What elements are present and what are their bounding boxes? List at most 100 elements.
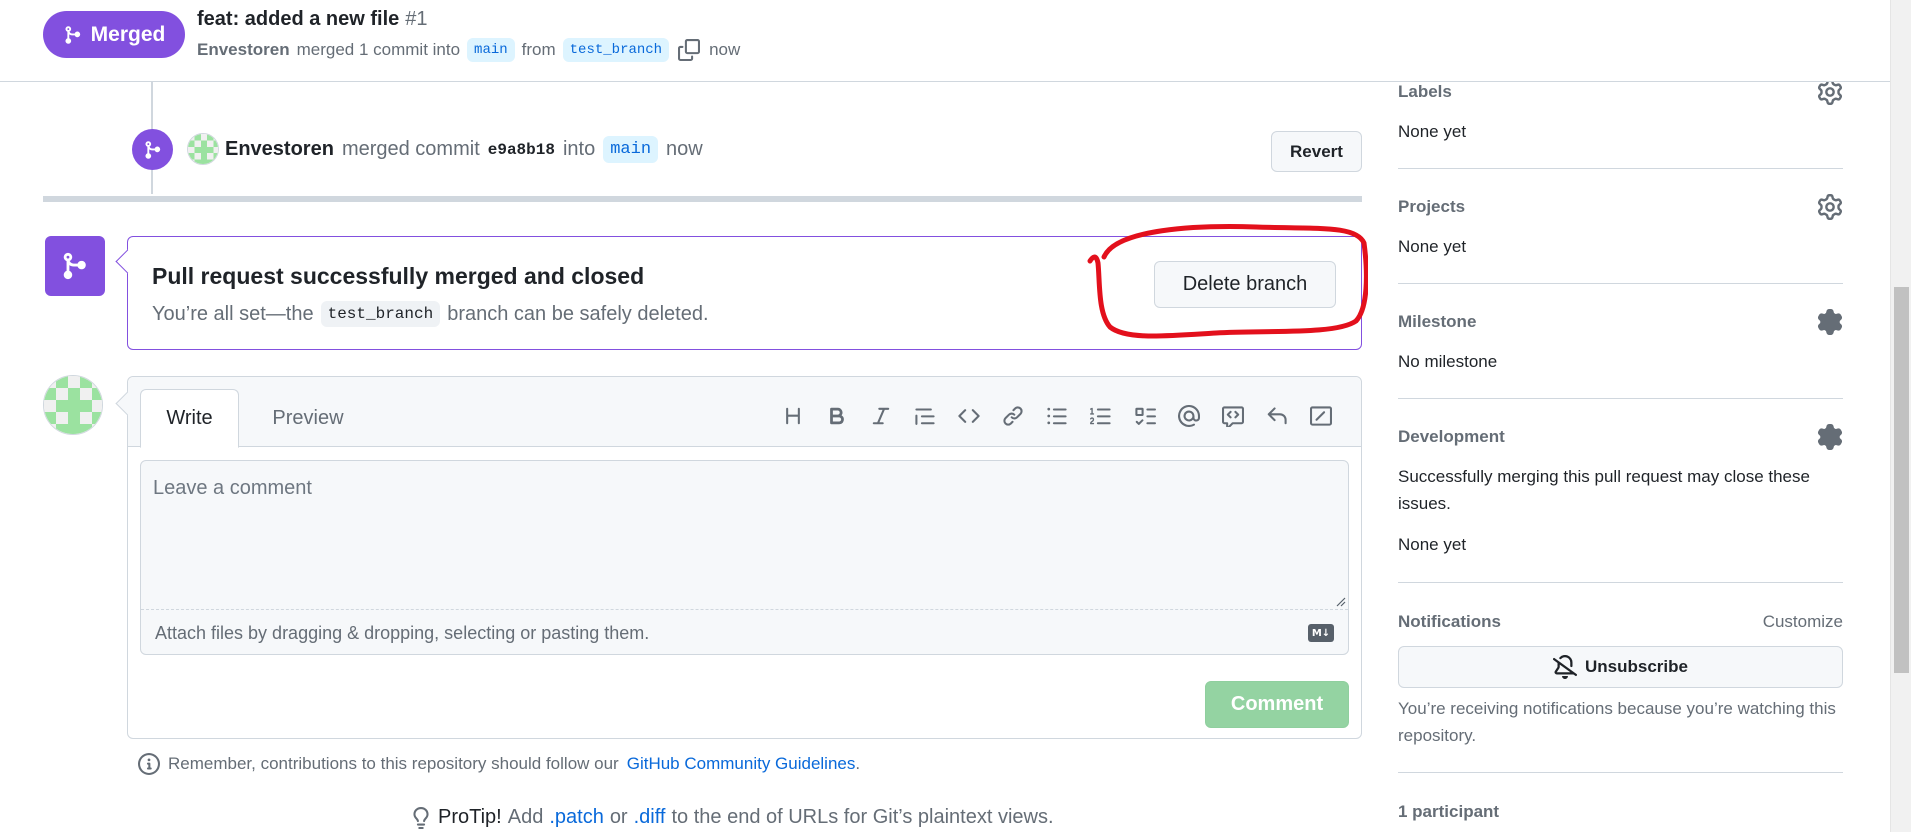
pr-author-link[interactable]: Envestoren <box>197 40 290 60</box>
milestone-heading[interactable]: Milestone <box>1398 312 1476 332</box>
identicon-avatar <box>44 376 102 434</box>
page-scrollbar[interactable] <box>1890 0 1911 832</box>
composer-tabbar: Write Preview <box>128 377 1361 448</box>
gear-icon[interactable] <box>1817 194 1843 220</box>
event-time[interactable]: now <box>666 138 703 161</box>
sidebar-labels: Labels None yet <box>1398 72 1843 169</box>
notification-reason: You’re receiving notifications because y… <box>1398 699 1836 745</box>
event-author-link[interactable]: Envestoren <box>225 138 334 161</box>
protip-note: ProTip! Add .patch or .diff to the end o… <box>410 806 1054 829</box>
projects-heading[interactable]: Projects <box>1398 197 1465 217</box>
link-icon[interactable] <box>998 401 1028 431</box>
unsubscribe-button[interactable]: Unsubscribe <box>1398 646 1843 688</box>
git-merge-icon <box>63 252 86 280</box>
deletable-branch-tag: test_branch <box>320 301 441 327</box>
resize-grip-icon[interactable] <box>1334 595 1346 607</box>
pr-title: feat: added a new file #1 <box>197 8 428 31</box>
sidebar-development: Development Successfully merging this pu… <box>1398 399 1843 583</box>
protip-label: ProTip! <box>438 806 502 828</box>
pr-number: #1 <box>405 8 428 30</box>
info-icon <box>138 753 160 775</box>
revert-button[interactable]: Revert <box>1271 131 1362 172</box>
commit-sha-link[interactable]: e9a8b18 <box>488 141 555 159</box>
quote-icon[interactable] <box>910 401 940 431</box>
merge-status-icon <box>45 236 105 296</box>
gear-icon[interactable] <box>1817 424 1843 450</box>
guidelines-suffix: . <box>855 754 861 773</box>
unordered-list-icon[interactable] <box>1042 401 1072 431</box>
sidebar-projects: Projects None yet <box>1398 169 1843 284</box>
attach-files-hint[interactable]: Attach files by dragging & dropping, sel… <box>155 623 649 644</box>
notifications-heading: Notifications <box>1398 612 1501 631</box>
timeline-break <box>43 196 1362 202</box>
markdown-toolbar <box>778 401 1336 431</box>
avatar[interactable] <box>187 133 219 165</box>
markdown-icon[interactable]: M↓ <box>1308 624 1334 642</box>
merge-desc-prefix: You’re all set—the <box>152 302 314 325</box>
community-guidelines-link[interactable]: GitHub Community Guidelines <box>627 754 856 773</box>
milestone-value: No milestone <box>1398 352 1498 371</box>
from-text: from <box>521 40 556 59</box>
patch-link[interactable]: .patch <box>549 806 603 829</box>
base-branch-tag[interactable]: main <box>467 38 515 62</box>
scrollbar-thumb[interactable] <box>1894 287 1909 673</box>
protip-or: or <box>609 806 628 828</box>
gear-icon[interactable] <box>1817 79 1843 105</box>
task-list-icon[interactable] <box>1130 401 1160 431</box>
into-text: into <box>562 138 596 160</box>
reference-icon[interactable] <box>1218 401 1248 431</box>
delete-branch-button[interactable]: Delete branch <box>1154 261 1336 308</box>
identicon-avatar <box>188 134 218 164</box>
copy-icon[interactable] <box>678 39 701 61</box>
development-value: None yet <box>1398 535 1467 554</box>
event-branch-tag[interactable]: main <box>603 136 659 163</box>
pr-sidebar: Labels None yet Projects None yet Milest… <box>1398 0 1843 832</box>
merge-time: now <box>709 40 741 59</box>
git-merge-icon <box>65 25 80 44</box>
labels-heading[interactable]: Labels <box>1398 82 1452 102</box>
mention-icon[interactable] <box>1174 401 1204 431</box>
reply-icon[interactable] <box>1262 401 1292 431</box>
sticky-pr-header: Merged feat: added a new file #1 Envestor… <box>0 0 1890 82</box>
ordered-list-icon[interactable] <box>1086 401 1116 431</box>
unsubscribe-label: Unsubscribe <box>1585 657 1688 676</box>
labels-value: None yet <box>1398 122 1467 141</box>
italic-icon[interactable] <box>866 401 896 431</box>
lightbulb-icon <box>413 806 429 829</box>
sidebar-notifications: Notifications Customize Unsubscribe You’… <box>1398 583 1843 773</box>
comment-textarea-wrapper: Attach files by dragging & dropping, sel… <box>140 460 1349 655</box>
bold-icon[interactable] <box>822 401 852 431</box>
protip-add: Add <box>507 806 544 828</box>
merge-event-node <box>132 129 173 170</box>
tab-preview[interactable]: Preview <box>258 389 358 448</box>
merged-commits-text: merged 1 commit into <box>296 40 461 59</box>
development-heading[interactable]: Development <box>1398 427 1505 447</box>
git-merge-icon <box>145 140 160 159</box>
merged-label: Merged <box>90 22 166 46</box>
tab-write[interactable]: Write <box>140 389 239 448</box>
sidebar-milestone: Milestone No milestone <box>1398 284 1843 399</box>
guidelines-prefix: Remember, contributions to this reposito… <box>168 754 619 773</box>
community-guidelines-note: Remember, contributions to this reposito… <box>138 753 860 775</box>
merge-status-description: You’re all set—the test_branch branch ca… <box>152 301 709 327</box>
comment-textarea[interactable] <box>141 461 1348 610</box>
merge-status-title: Pull request successfully merged and clo… <box>152 263 645 289</box>
protip-suffix: to the end of URLs for Git’s plaintext v… <box>671 806 1054 828</box>
slash-command-icon[interactable] <box>1306 401 1336 431</box>
comment-submit-button[interactable]: Comment <box>1205 681 1349 728</box>
avatar[interactable] <box>43 375 103 435</box>
merged-commit-text: merged commit <box>341 138 480 160</box>
bell-slash-icon <box>1553 655 1577 679</box>
pr-title-text: feat: added a new file <box>197 8 400 30</box>
customize-link[interactable]: Customize <box>1763 612 1843 632</box>
gear-icon[interactable] <box>1817 309 1843 335</box>
heading-icon[interactable] <box>778 401 808 431</box>
development-note: Successfully merging this pull request m… <box>1398 467 1810 513</box>
diff-link[interactable]: .diff <box>634 806 666 829</box>
merge-event-text: Envestoren merged commit e9a8b18 into ma… <box>225 136 703 163</box>
pr-merge-summary: Envestoren merged 1 commit into main fro… <box>197 38 740 62</box>
head-branch-tag[interactable]: test_branch <box>562 38 670 62</box>
projects-value: None yet <box>1398 237 1467 256</box>
comment-composer: Write Preview Attach files by dragging &… <box>127 376 1362 739</box>
code-icon[interactable] <box>954 401 984 431</box>
